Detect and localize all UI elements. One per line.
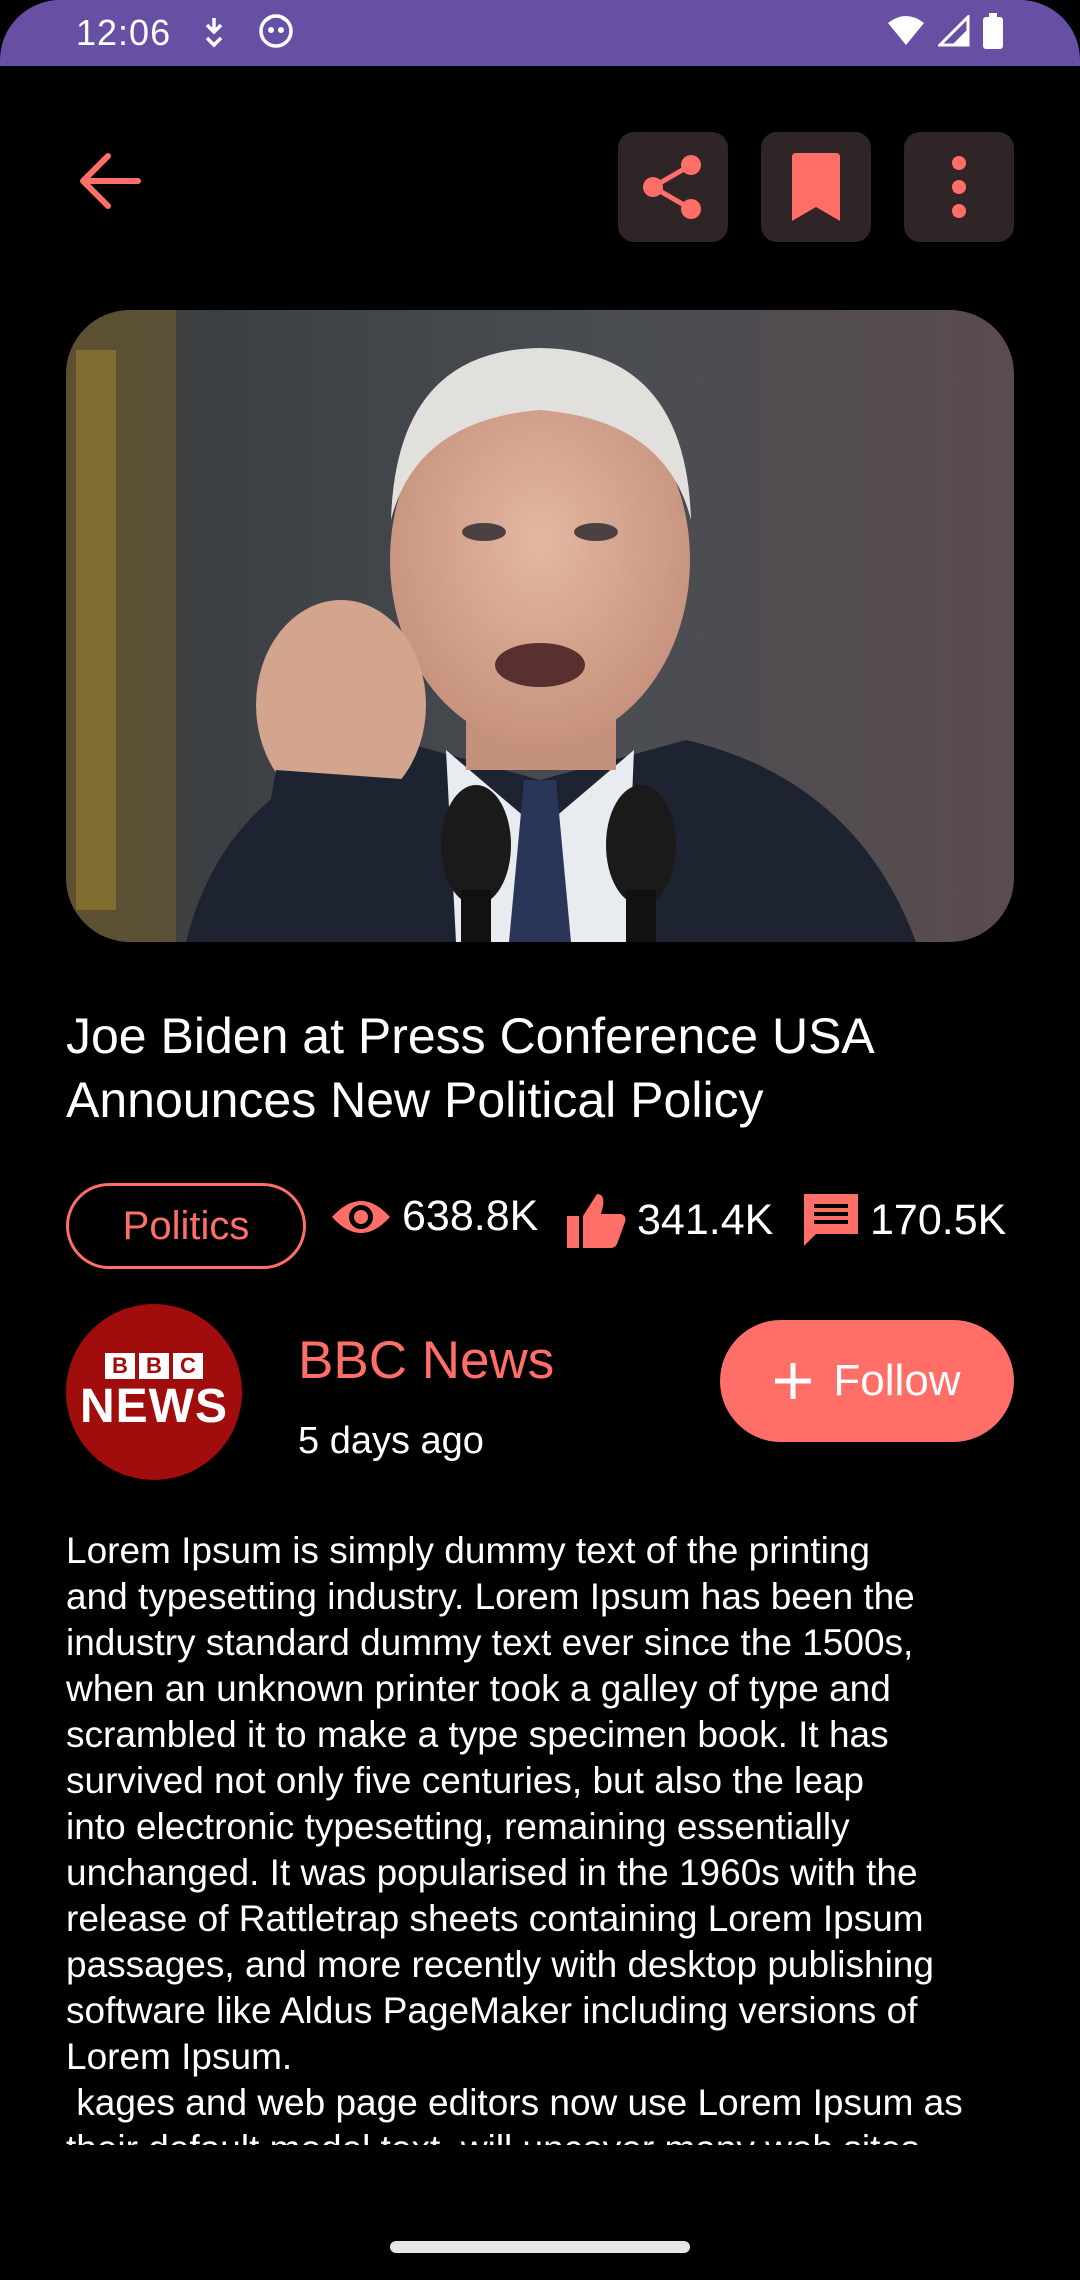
source-logo[interactable]: B B C NEWS	[66, 1304, 242, 1480]
status-time: 12:06	[76, 12, 172, 53]
published-time: 5 days ago	[298, 1420, 484, 1462]
follow-button[interactable]: Follow	[720, 1320, 1014, 1442]
wifi-icon	[886, 15, 926, 52]
source-name[interactable]: BBC News	[298, 1330, 554, 1391]
arrow-back-icon	[80, 153, 141, 209]
app-notification-icon	[257, 12, 295, 55]
bookmark-button[interactable]	[761, 132, 871, 242]
follow-label: Follow	[833, 1356, 961, 1405]
bbc-logo-blocks: B B C	[105, 1353, 203, 1379]
status-bar: 12:06	[0, 0, 1080, 66]
back-button[interactable]	[66, 136, 156, 226]
article-title: Joe Biden at Press Conference USA Announ…	[66, 1008, 873, 1128]
likes-stat: 341.4K	[565, 1192, 773, 1248]
share-icon	[643, 155, 701, 219]
views-count: 638.8K	[402, 1192, 539, 1240]
thumb-up-icon	[567, 1194, 626, 1248]
cellular-signal-icon	[936, 12, 970, 52]
comment-icon	[804, 1194, 858, 1246]
home-indicator[interactable]	[390, 2241, 690, 2253]
share-button[interactable]	[618, 132, 728, 242]
likes-count: 341.4K	[637, 1195, 774, 1244]
news-logo-text: NEWS	[80, 1380, 228, 1433]
comments-count: 170.5K	[870, 1195, 1007, 1244]
bookmark-icon	[792, 153, 840, 221]
eye-icon	[332, 1200, 390, 1233]
article-body: Lorem Ipsum is simply dummy text of the …	[66, 1530, 963, 2145]
more-vert-icon	[952, 156, 966, 218]
more-options-button[interactable]	[904, 132, 1014, 242]
category-chip[interactable]: Politics	[66, 1183, 306, 1269]
plus-icon	[775, 1363, 812, 1399]
views-stat: 638.8K	[330, 1192, 538, 1241]
comments-stat: 170.5K	[802, 1192, 1006, 1248]
battery-icon	[982, 12, 1004, 54]
article-image	[66, 310, 1014, 942]
download-icon	[199, 14, 229, 53]
